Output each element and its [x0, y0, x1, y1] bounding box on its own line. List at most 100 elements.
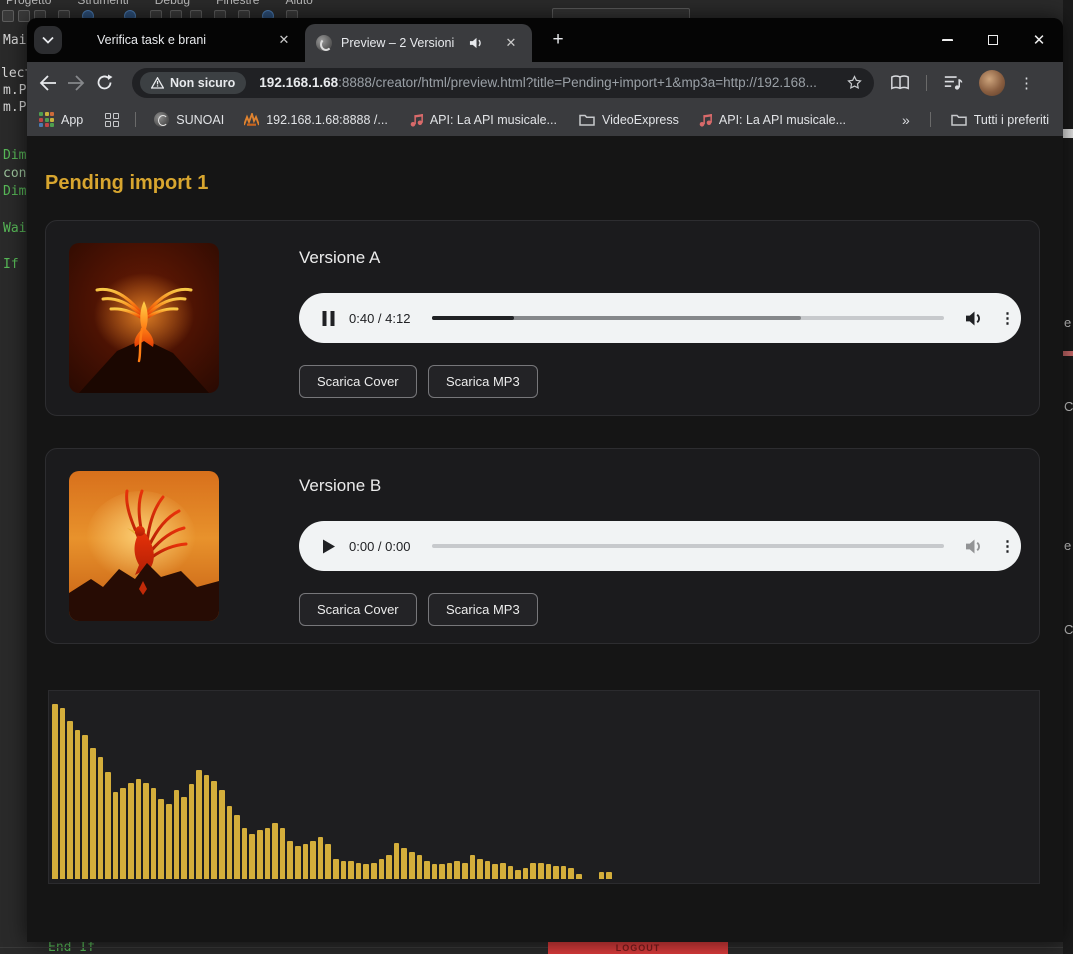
tab-preview-active[interactable]: Preview – 2 Versioni ✕ — [305, 24, 532, 62]
music-note-icon — [699, 113, 712, 127]
new-tab-button[interactable]: + — [545, 27, 571, 53]
seek-bar[interactable] — [432, 544, 944, 548]
forward-button[interactable] — [62, 69, 90, 97]
version-b-card: Versione B 0:00 / 0:00 ⋮ Scarica Cover S… — [45, 448, 1040, 644]
pause-button[interactable] — [320, 310, 336, 326]
window-close-button[interactable]: ✕ — [1019, 18, 1059, 62]
spectrum-bar — [348, 860, 354, 879]
ide-menu-strumenti[interactable]: Strumenti — [77, 0, 128, 7]
spectrum-bar — [462, 862, 468, 879]
bookmark-label: VideoExpress — [601, 112, 679, 127]
spectrum-bar — [302, 844, 309, 879]
bookmarks-divider — [135, 112, 137, 127]
bookmark-label: API: La API musicale... — [429, 112, 557, 127]
bookmark-server[interactable]: 192.168.1.68:8888 /... — [244, 113, 388, 127]
spectrum-bar — [135, 778, 142, 879]
spectrum-bar — [553, 866, 559, 879]
ide-toolbar-icon[interactable] — [18, 10, 30, 22]
spectrum-bar — [272, 822, 278, 879]
ide-divider — [0, 947, 1073, 948]
url-path: :8888/creator/html/preview.html?title=Pe… — [338, 75, 817, 90]
tab-audio-icon[interactable] — [469, 36, 484, 50]
spectrum-bar — [500, 862, 506, 879]
pause-icon — [322, 310, 334, 326]
ide-code-fragment: m.P — [3, 83, 27, 98]
spectrum-bar — [112, 791, 119, 879]
bookmarks-bar: App SUNOAI 192.168.1.68:8888 /... API: L… — [27, 103, 1063, 136]
window-minimize-button[interactable] — [927, 18, 967, 62]
ide-menu-aiuto[interactable]: Aiuto — [285, 0, 312, 7]
profile-avatar[interactable] — [979, 69, 1005, 96]
bookmark-api-musicale-2[interactable]: API: La API musicale... — [699, 113, 846, 127]
spectrum-bar — [492, 864, 499, 879]
spectrum-bar — [454, 860, 461, 879]
audio-player-b[interactable]: 0:00 / 0:00 ⋮ — [299, 521, 1021, 571]
browser-menu-button[interactable]: ⋮ — [1019, 74, 1034, 92]
ide-toolbar-icon[interactable] — [2, 10, 14, 22]
url-text: 192.168.1.68:8888/creator/html/preview.h… — [259, 75, 817, 90]
url-host: 192.168.1.68 — [259, 75, 339, 90]
book-icon — [891, 75, 909, 90]
spectrum-bar — [317, 837, 324, 879]
bookmarks-overflow-button[interactable]: » — [902, 112, 910, 128]
right-window-red-bar — [1063, 351, 1073, 356]
bookmark-sunoai[interactable]: SUNOAI — [154, 112, 224, 127]
spectrum-bar — [249, 833, 256, 879]
spectrum-bar — [310, 840, 316, 879]
reading-list-button[interactable] — [890, 74, 910, 91]
download-cover-button[interactable]: Scarica Cover — [299, 593, 417, 626]
spectrum-bar — [52, 704, 58, 879]
bookmark-star-icon[interactable] — [846, 74, 863, 91]
volume-button[interactable] — [965, 538, 984, 555]
forward-arrow-icon — [68, 74, 85, 91]
download-mp3-button[interactable]: Scarica MP3 — [428, 365, 538, 398]
spectrum-bar — [530, 862, 536, 879]
back-button[interactable] — [34, 69, 62, 97]
download-mp3-button[interactable]: Scarica MP3 — [428, 593, 538, 626]
bookmark-apps[interactable]: App — [39, 112, 83, 127]
address-bar[interactable]: Non sicuro 192.168.1.68:8888/creator/htm… — [132, 67, 874, 98]
right-window-text: e — [1064, 315, 1072, 330]
play-button[interactable] — [320, 539, 336, 554]
spectrum-bar — [105, 771, 111, 879]
player-menu-button[interactable]: ⋮ — [1000, 309, 1015, 327]
globe-icon — [154, 112, 170, 127]
ide-code-fragment: con — [3, 166, 27, 181]
spectrum-bar — [150, 788, 157, 879]
spectrum-bar — [279, 828, 286, 879]
media-controls-button[interactable] — [943, 74, 963, 91]
download-cover-button[interactable]: Scarica Cover — [299, 365, 417, 398]
seek-bar[interactable] — [432, 316, 944, 320]
volume-button[interactable] — [965, 310, 984, 327]
ide-menu-debug[interactable]: Debug — [155, 0, 190, 7]
audio-player-a[interactable]: 0:40 / 4:12 ⋮ — [299, 293, 1021, 343]
right-window-text: C — [1064, 399, 1073, 414]
spectrum-bar — [173, 789, 180, 879]
bookmark-api-musicale-1[interactable]: API: La API musicale... — [410, 113, 557, 127]
spectrum-bar — [606, 871, 612, 879]
close-tab-icon[interactable]: ✕ — [275, 31, 293, 49]
spectrum-bar — [74, 729, 81, 879]
reload-button[interactable] — [90, 69, 118, 97]
spectrum-bar — [325, 844, 331, 879]
ide-menu-finestre[interactable]: Finestre — [216, 0, 259, 7]
spectrum-bar — [241, 828, 248, 879]
player-menu-button[interactable]: ⋮ — [1000, 537, 1015, 555]
tab-verifica[interactable]: Verifica task e brani ✕ — [67, 18, 305, 62]
ide-menubar: Progetto Strumenti Debug Finestre Aiuto — [6, 0, 313, 7]
tab-search-button[interactable] — [34, 26, 62, 54]
right-window-text: C — [1064, 622, 1073, 637]
bookmark-grid-folder[interactable] — [105, 112, 120, 127]
security-badge[interactable]: Non sicuro — [140, 71, 247, 94]
tab-favicon — [316, 35, 332, 51]
ide-menu-progetto[interactable]: Progetto — [6, 0, 51, 7]
right-window-text: e — [1064, 538, 1072, 553]
close-tab-icon[interactable]: ✕ — [502, 34, 520, 52]
bookmarks-divider — [929, 112, 931, 127]
bookmark-videoexpress[interactable]: VideoExpress — [579, 113, 679, 127]
window-maximize-button[interactable] — [973, 18, 1013, 62]
all-favorites-button[interactable]: Tutti i preferiti — [950, 113, 1049, 127]
chevron-down-icon — [42, 36, 54, 44]
spectrum-bar — [127, 782, 134, 879]
spectrum-bar — [393, 842, 400, 879]
